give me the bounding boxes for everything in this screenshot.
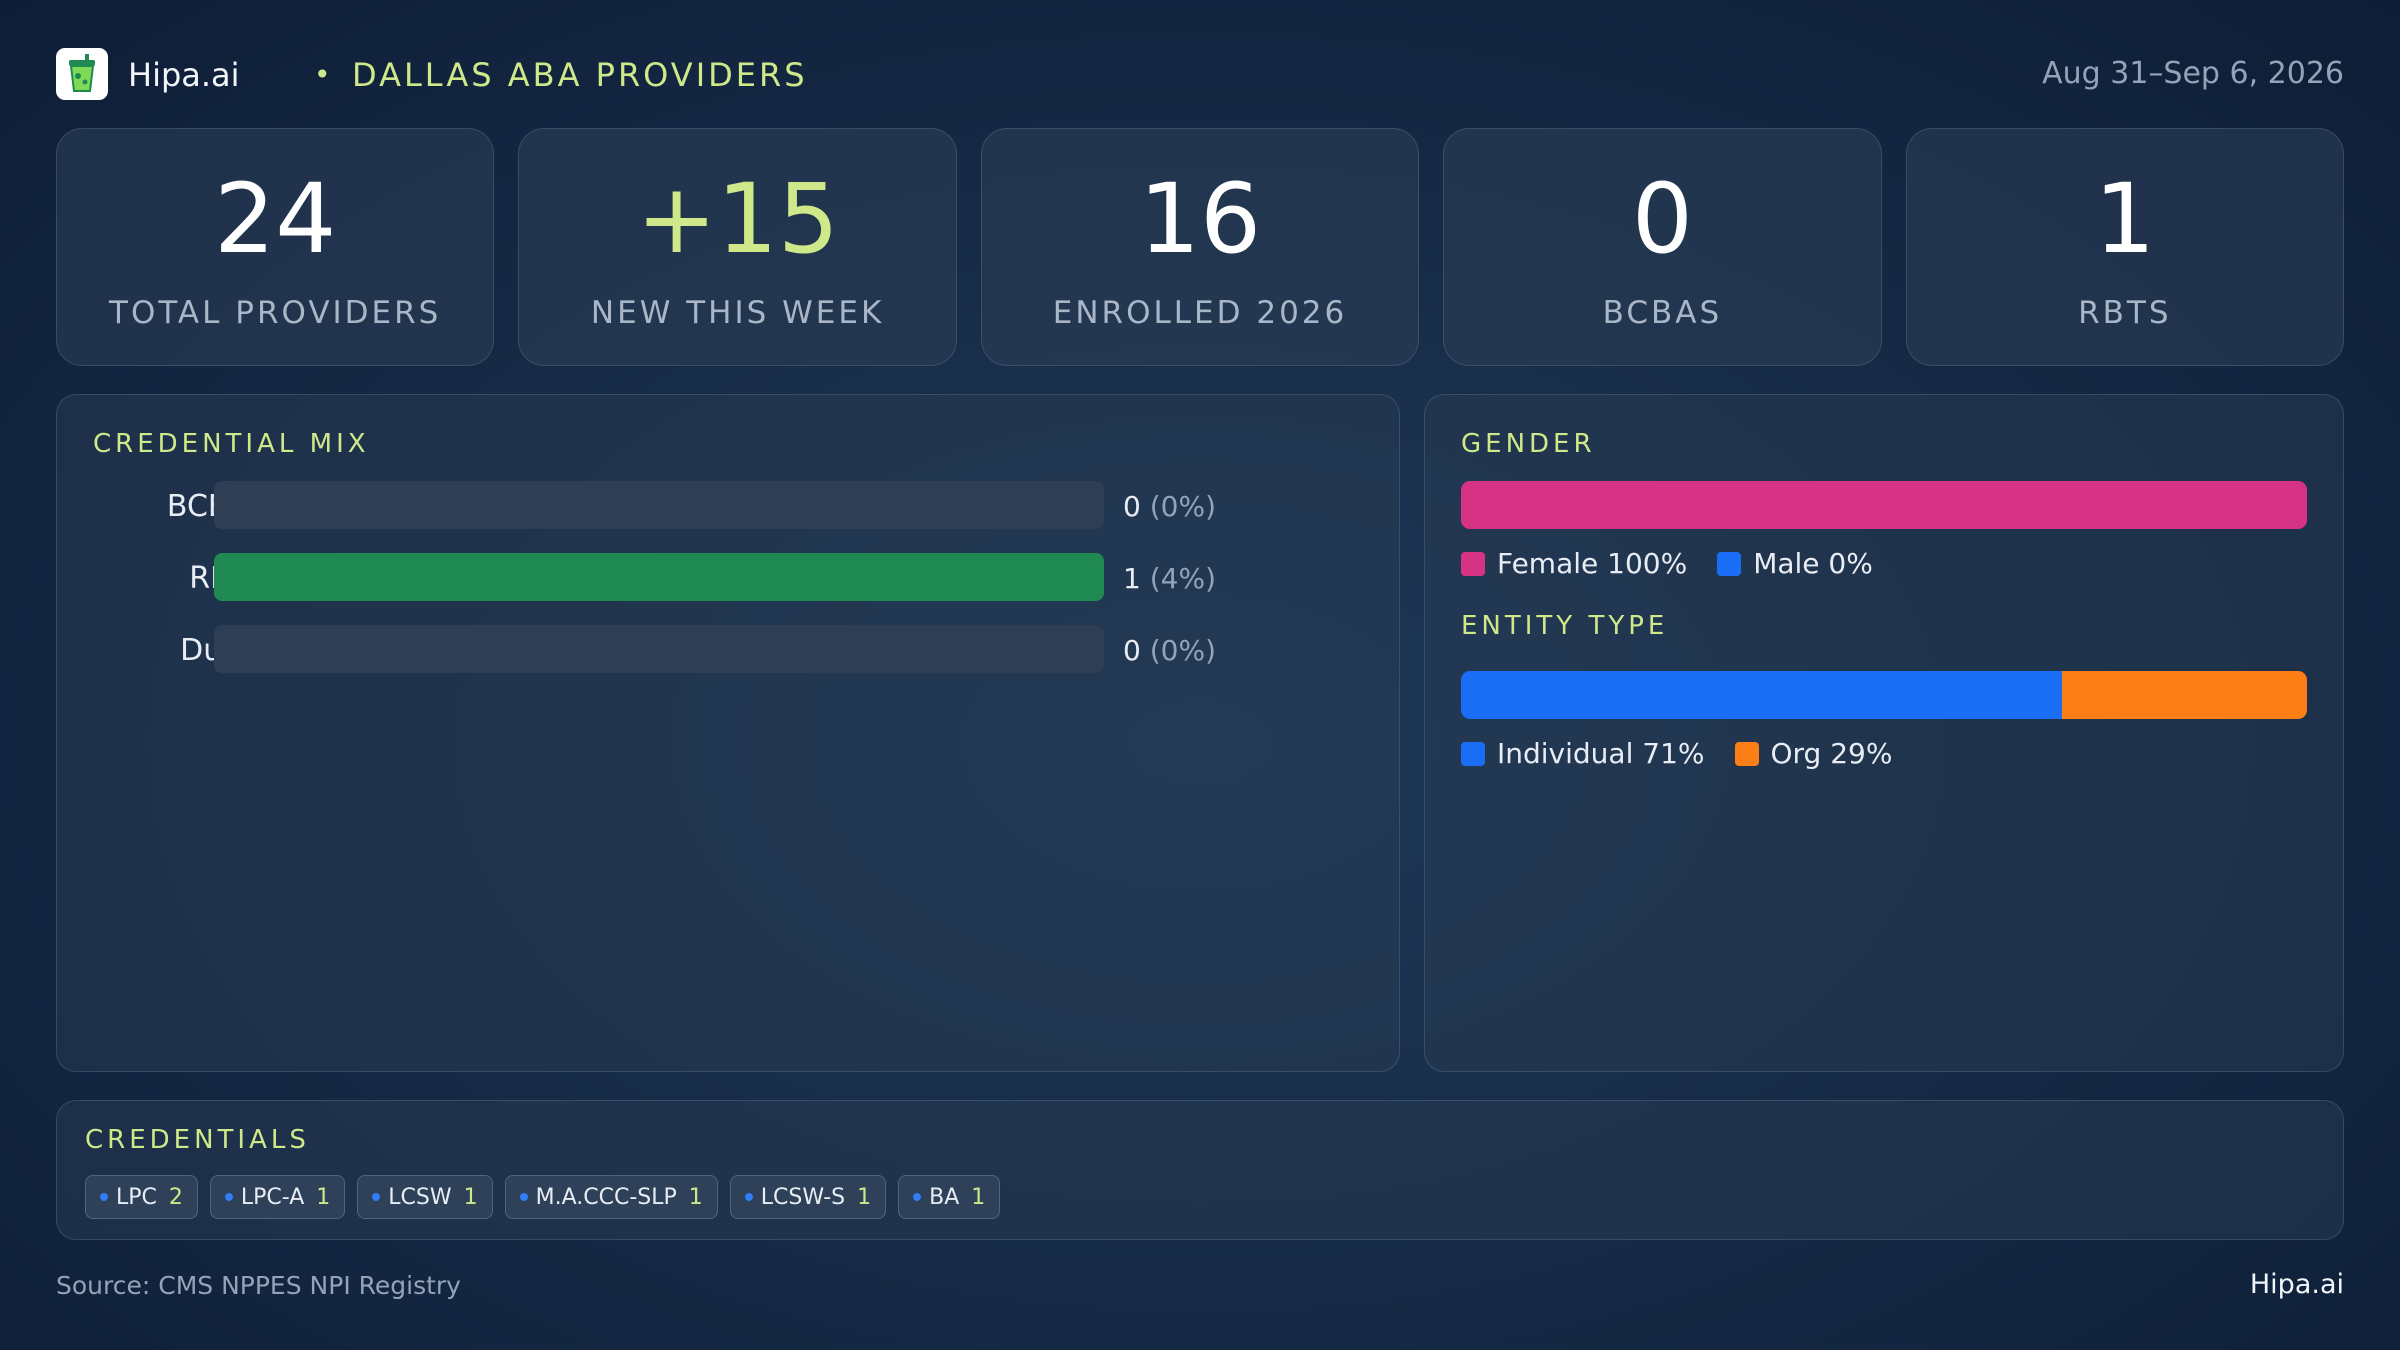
- chip-label: LPC: [116, 1184, 157, 1210]
- count-value: 0: [1123, 490, 1141, 523]
- credential-chip[interactable]: LCSW-S 1: [729, 1175, 887, 1219]
- credential-chip[interactable]: LPC 2: [85, 1175, 198, 1219]
- stat-card-bcbas: 0 BCBAS: [1443, 128, 1882, 366]
- stat-label: TOTAL PROVIDERS: [109, 295, 442, 331]
- bullet-icon: [913, 1193, 922, 1201]
- bullet-icon: [100, 1193, 108, 1201]
- bar-track: [214, 625, 1104, 673]
- chip-count: 1: [971, 1184, 986, 1210]
- source-note: Source: CMS NPPES NPI Registry: [56, 1271, 461, 1300]
- header: Hipa.ai • DALLAS ABA PROVIDERS Aug 31–Se…: [56, 46, 2344, 102]
- stat-value: 0: [1631, 163, 1693, 275]
- credential-count: 0 (0%): [1123, 634, 1216, 667]
- drink-cup-icon: [56, 48, 108, 100]
- chip-count: 1: [688, 1184, 703, 1210]
- chip-count: 1: [316, 1184, 331, 1210]
- legend-label: Male 0%: [1753, 547, 1873, 580]
- stat-label: RBTS: [2078, 295, 2172, 331]
- separator-dot: •: [314, 58, 331, 91]
- credential-mix-panel: CREDENTIAL MIX BCBA 0 (0%) RBT 1 (4%) Du…: [56, 394, 1400, 1072]
- brand-name: Hipa.ai: [128, 56, 240, 94]
- chip-count: 2: [168, 1184, 183, 1210]
- stat-value: 16: [1138, 163, 1262, 275]
- panel-title: CREDENTIALS: [85, 1125, 310, 1155]
- stat-label: BCBAS: [1602, 295, 1723, 331]
- chip-label: LCSW: [388, 1184, 452, 1210]
- stat-value: 1: [2094, 163, 2156, 275]
- legend-label: Individual 71%: [1497, 737, 1705, 770]
- bar-segment: [1461, 671, 2062, 719]
- swatch-female: [1461, 551, 1485, 576]
- credential-chip[interactable]: LCSW 1: [357, 1175, 493, 1219]
- stat-card-rbts: 1 RBTS: [1905, 128, 2345, 366]
- stat-value: 24: [214, 163, 337, 275]
- bar-track: [214, 481, 1104, 529]
- gender-legend: Female 100% Male 0%: [1461, 547, 1873, 580]
- entity-type-title: ENTITY TYPE: [1461, 611, 1669, 641]
- credential-row-bcba: BCBA 0 (0%): [57, 481, 1401, 529]
- swatch-org: [1734, 741, 1759, 766]
- bar-segment: [2061, 671, 2307, 719]
- bullet-icon: [372, 1193, 381, 1201]
- bullet-icon: [519, 1193, 528, 1201]
- legend-item-female: Female 100%: [1461, 547, 1687, 580]
- legend-item-male: Male 0%: [1717, 547, 1873, 580]
- chip-label: LPC-A: [240, 1184, 305, 1210]
- count-value: 1: [1123, 562, 1141, 595]
- bar-segment: [1461, 481, 2307, 529]
- stat-card-total-providers: 24 TOTAL PROVIDERS: [56, 128, 495, 366]
- credential-chip[interactable]: M.A.CCC-SLP 1: [504, 1175, 718, 1219]
- entity-type-bar: [1461, 671, 2307, 719]
- legend-label: Org 29%: [1770, 737, 1893, 770]
- chip-count: 1: [463, 1184, 478, 1210]
- count-percent: (4%): [1149, 562, 1217, 595]
- chip-label: BA: [929, 1184, 960, 1210]
- panel-title: CREDENTIAL MIX: [93, 429, 370, 459]
- credentials-panel: CREDENTIALS LPC 2 LPC-A 1 LCSW 1 M.A.CCC-SL…: [56, 1100, 2344, 1240]
- stat-value: +15: [636, 163, 839, 275]
- date-range: Aug 31–Sep 6, 2026: [2042, 56, 2344, 91]
- count-value: 0: [1123, 634, 1141, 667]
- legend-item-individual: Individual 71%: [1461, 737, 1705, 770]
- credential-count: 0 (0%): [1123, 490, 1216, 523]
- bullet-icon: [224, 1193, 233, 1201]
- footer-brand: Hipa.ai: [2249, 1269, 2344, 1300]
- swatch-individual: [1461, 741, 1485, 766]
- bar-fill: [214, 553, 1104, 601]
- credential-count: 1 (4%): [1123, 562, 1216, 595]
- stat-card-enrolled: 16 ENROLLED 2026: [980, 128, 1420, 366]
- stat-label: NEW THIS WEEK: [590, 295, 885, 331]
- swatch-male: [1717, 551, 1742, 576]
- gender-bar: [1461, 481, 2307, 529]
- stat-card-new-this-week: +15 NEW THIS WEEK: [518, 128, 957, 366]
- chip-count: 1: [857, 1184, 872, 1210]
- bar-track: [214, 553, 1104, 601]
- legend-item-org: Org 29%: [1734, 737, 1893, 770]
- entity-type-legend: Individual 71% Org 29%: [1461, 737, 1892, 770]
- demographics-panel: GENDER Female 100% Male 0% ENTITY TYPE I…: [1424, 394, 2344, 1072]
- credential-row-dual: Dual 0 (0%): [57, 625, 1401, 673]
- page-title: DALLAS ABA PROVIDERS: [352, 56, 808, 94]
- gender-title: GENDER: [1461, 429, 1596, 459]
- chip-label: M.A.CCC-SLP: [535, 1184, 677, 1210]
- credential-chips: LPC 2 LPC-A 1 LCSW 1 M.A.CCC-SLP 1 LCSW-S 1 B…: [85, 1175, 1001, 1219]
- count-percent: (0%): [1149, 634, 1217, 667]
- bullet-icon: [744, 1193, 753, 1201]
- credential-chip[interactable]: LPC-A 1: [209, 1175, 346, 1219]
- credential-row-rbt: RBT 1 (4%): [57, 553, 1401, 601]
- legend-label: Female 100%: [1497, 547, 1688, 580]
- count-percent: (0%): [1149, 490, 1217, 523]
- stat-label: ENROLLED 2026: [1052, 295, 1348, 331]
- credential-chip[interactable]: BA 1: [898, 1175, 1001, 1219]
- stat-cards: 24 TOTAL PROVIDERS +15 NEW THIS WEEK 16 …: [56, 128, 2345, 366]
- chip-label: LCSW-S: [760, 1184, 846, 1210]
